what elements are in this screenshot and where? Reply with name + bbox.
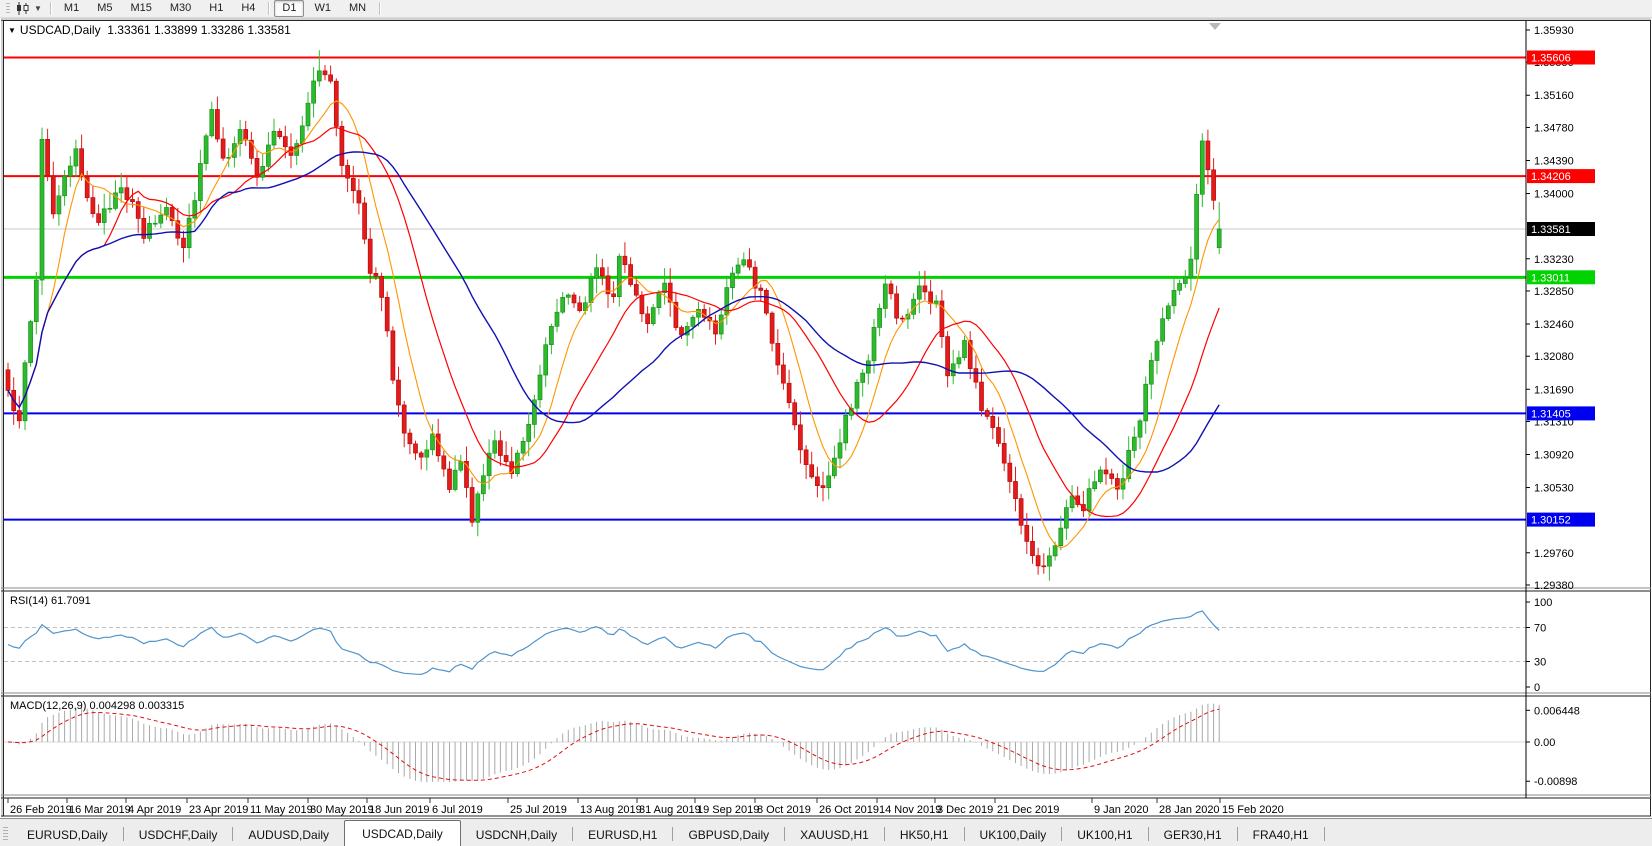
- svg-text:1.32850: 1.32850: [1534, 286, 1574, 298]
- timeframe-button-h4[interactable]: H4: [233, 0, 263, 17]
- svg-text:1.34206: 1.34206: [1531, 171, 1571, 183]
- chart-shift-marker: [1209, 23, 1221, 30]
- chart-tab-ger30-h1[interactable]: GER30,H1: [1149, 825, 1237, 845]
- chart-tab-eurusd-h1[interactable]: EURUSD,H1: [573, 825, 672, 845]
- svg-text:16 Mar 2019: 16 Mar 2019: [69, 804, 131, 816]
- svg-text:26 Feb 2019: 26 Feb 2019: [10, 804, 72, 816]
- svg-text:9 Jan 2020: 9 Jan 2020: [1094, 804, 1148, 816]
- tabbar-grip[interactable]: [3, 827, 8, 841]
- svg-text:1.33581: 1.33581: [1531, 224, 1571, 236]
- timeframe-button-h1[interactable]: H1: [201, 0, 231, 17]
- svg-text:14 Nov 2019: 14 Nov 2019: [879, 804, 941, 816]
- rsi-indicator-label: RSI(14) 61.7091: [10, 595, 91, 607]
- svg-text:30: 30: [1534, 657, 1546, 669]
- svg-text:0.00: 0.00: [1534, 737, 1555, 749]
- chart-canvas[interactable]: 1.359301.355501.351601.347801.343901.340…: [0, 18, 1652, 818]
- svg-text:26 Oct 2019: 26 Oct 2019: [819, 804, 879, 816]
- chevron-down-icon[interactable]: ▼: [33, 2, 46, 16]
- svg-text:6 Jul 2019: 6 Jul 2019: [432, 804, 483, 816]
- svg-text:1.29760: 1.29760: [1534, 548, 1574, 560]
- chart-tab-gbpusd-daily[interactable]: GBPUSD,Daily: [673, 825, 784, 845]
- tab-separator: [1324, 827, 1325, 841]
- timeframe-button-w1[interactable]: W1: [306, 0, 339, 17]
- chart-window: 1.359301.355501.351601.347801.343901.340…: [0, 18, 1652, 818]
- macd-indicator-label: MACD(12,26,9) 0.004298 0.003315: [10, 700, 184, 712]
- timeframe-button-m5[interactable]: M5: [89, 0, 120, 17]
- svg-text:1.35606: 1.35606: [1531, 52, 1571, 64]
- svg-text:1.32080: 1.32080: [1534, 351, 1574, 363]
- svg-text:30 May 2019: 30 May 2019: [310, 804, 374, 816]
- svg-text:3 Dec 2019: 3 Dec 2019: [937, 804, 993, 816]
- svg-text:28 Jan 2020: 28 Jan 2020: [1159, 804, 1220, 816]
- svg-text:18 Jun 2019: 18 Jun 2019: [369, 804, 430, 816]
- svg-text:1.35160: 1.35160: [1534, 90, 1574, 102]
- svg-text:21 Dec 2019: 21 Dec 2019: [997, 804, 1059, 816]
- svg-text:1.33230: 1.33230: [1534, 254, 1574, 266]
- chart-period-icon[interactable]: [13, 2, 33, 16]
- svg-text:70: 70: [1534, 623, 1546, 635]
- chart-tab-eurusd-daily[interactable]: EURUSD,Daily: [12, 825, 123, 845]
- toolbar-grip[interactable]: [6, 3, 10, 15]
- timeframe-button-m30[interactable]: M30: [162, 0, 199, 17]
- svg-text:1.29380: 1.29380: [1534, 580, 1574, 592]
- svg-text:0: 0: [1534, 682, 1540, 694]
- toolbar-separator: [50, 2, 51, 15]
- svg-text:13 Aug 2019: 13 Aug 2019: [580, 804, 642, 816]
- timeframe-button-mn[interactable]: MN: [341, 0, 374, 17]
- chart-tab-xauusd-h1[interactable]: XAUUSD,H1: [785, 825, 884, 845]
- chart-tab-usdcad-daily[interactable]: USDCAD,Daily: [344, 820, 461, 846]
- chart-tab-uk100-daily[interactable]: UK100,Daily: [965, 825, 1062, 845]
- svg-text:100: 100: [1534, 597, 1552, 609]
- svg-text:1.30920: 1.30920: [1534, 449, 1574, 461]
- svg-text:1.30530: 1.30530: [1534, 483, 1574, 495]
- svg-text:4 Apr 2019: 4 Apr 2019: [128, 804, 181, 816]
- svg-text:1.34780: 1.34780: [1534, 122, 1574, 134]
- toolbar-separator: [268, 2, 269, 15]
- svg-text:1.34390: 1.34390: [1534, 155, 1574, 167]
- timeframe-button-d1[interactable]: D1: [274, 0, 304, 17]
- svg-text:15 Feb 2020: 15 Feb 2020: [1222, 804, 1284, 816]
- svg-text:-0.00898: -0.00898: [1534, 776, 1577, 788]
- chart-title-bar: ▼ USDCAD,Daily 1.33361 1.33899 1.33286 1.…: [8, 23, 291, 37]
- chart-symbol-label: USDCAD,Daily: [20, 23, 101, 37]
- svg-text:8 Oct 2019: 8 Oct 2019: [757, 804, 811, 816]
- chart-tab-uk100-h1[interactable]: UK100,H1: [1062, 825, 1147, 845]
- chart-tab-usdcnh-daily[interactable]: USDCNH,Daily: [461, 825, 572, 845]
- svg-text:1.30152: 1.30152: [1531, 515, 1571, 527]
- svg-text:1.31690: 1.31690: [1534, 384, 1574, 396]
- timeframe-toolbar: ▼ M1M5M15M30H1H4 D1W1MN: [0, 0, 1652, 18]
- chart-tab-audusd-daily[interactable]: AUDUSD,Daily: [233, 825, 344, 845]
- collapse-triangle-icon[interactable]: ▼: [8, 26, 16, 35]
- svg-text:19 Sep 2019: 19 Sep 2019: [697, 804, 759, 816]
- svg-text:1.34000: 1.34000: [1534, 189, 1574, 201]
- svg-text:23 Apr 2019: 23 Apr 2019: [189, 804, 248, 816]
- toolbar-separator: [379, 2, 380, 15]
- chart-tab-fra40-h1[interactable]: FRA40,H1: [1238, 825, 1324, 845]
- svg-text:0.006448: 0.006448: [1534, 705, 1580, 717]
- svg-text:1.31405: 1.31405: [1531, 408, 1571, 420]
- svg-text:11 May 2019: 11 May 2019: [250, 804, 313, 816]
- svg-text:31 Aug 2019: 31 Aug 2019: [639, 804, 701, 816]
- chart-tab-hk50-h1[interactable]: HK50,H1: [885, 825, 964, 845]
- chart-ohlc-values: 1.33361 1.33899 1.33286 1.33581: [107, 23, 291, 37]
- svg-text:1.35930: 1.35930: [1534, 25, 1574, 37]
- svg-text:1.32460: 1.32460: [1534, 319, 1574, 331]
- chart-tab-bar: EURUSD,DailyUSDCHF,DailyAUDUSD,DailyUSDC…: [0, 818, 1652, 846]
- chart-tab-usdchf-daily[interactable]: USDCHF,Daily: [124, 825, 233, 845]
- svg-text:1.33011: 1.33011: [1531, 272, 1570, 284]
- timeframe-button-m15[interactable]: M15: [122, 0, 159, 17]
- timeframe-button-m1[interactable]: M1: [56, 0, 87, 17]
- svg-text:25 Jul 2019: 25 Jul 2019: [510, 804, 567, 816]
